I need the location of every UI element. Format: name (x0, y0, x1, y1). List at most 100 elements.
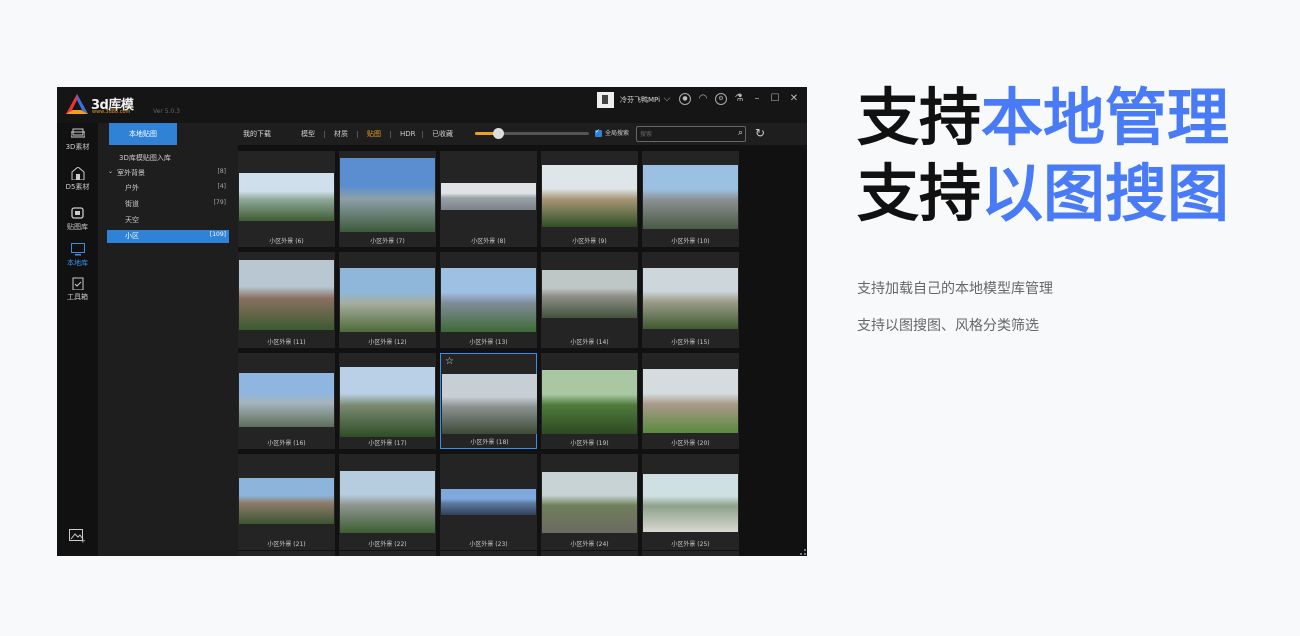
thumbnail-card[interactable] (440, 551, 537, 556)
thumbnail-card[interactable]: 小区外景 (20) (642, 353, 739, 449)
thumbnail-caption: 小区外景 (20) (671, 440, 710, 447)
thumbnail-caption: 小区外景 (10) (671, 238, 710, 245)
brand-url: www.3d88.com (92, 109, 131, 115)
thumbnail-image (643, 165, 738, 229)
nav-d5-assets[interactable]: D5素材 (57, 167, 98, 192)
thumbnail-card[interactable]: 小区外景 (12) (339, 252, 436, 348)
tree-label: 天空 (125, 216, 139, 224)
sofa-icon (70, 128, 85, 138)
thumbnail-caption: 小区外景 (14) (570, 339, 609, 346)
headline-prefix: 支持 (857, 157, 982, 230)
maximize-icon[interactable]: ☐ (769, 93, 781, 105)
thumbnail-card[interactable]: 小区外景 (13) (440, 252, 537, 348)
thumbnail-caption: 小区外景 (18) (470, 439, 509, 446)
thumbnail-card[interactable]: 小区外景 (10) (642, 151, 739, 247)
thumbnail-card[interactable]: 小区外景 (23) (440, 454, 537, 550)
thumbnail-card[interactable]: 小区外景 (17) (339, 353, 436, 449)
minimize-icon[interactable]: – (751, 93, 763, 105)
thumbnail-image (442, 374, 537, 434)
tab-my-downloads[interactable]: 我的下载 (243, 123, 293, 145)
thumbnail-card[interactable] (642, 551, 739, 556)
thumbnail-image (542, 370, 637, 434)
chevron-down-icon[interactable]: ⌵ (661, 93, 673, 105)
avatar[interactable] (597, 92, 614, 108)
thumbnail-card[interactable] (238, 551, 335, 556)
tree-import-item[interactable]: 3D库模贴图入库 (107, 152, 229, 165)
thumbnail-caption: 小区外景 (15) (671, 339, 710, 346)
search-icon[interactable]: ⌕ (738, 128, 743, 138)
headset-icon[interactable]: ◠ (697, 93, 709, 105)
nav-local-library[interactable]: 本地库 (57, 243, 98, 268)
nav-3d-assets[interactable]: 3D素材 (57, 127, 98, 152)
thumbnail-card[interactable]: 小区外景 (21) (238, 454, 335, 550)
nav-label: 3D素材 (65, 143, 90, 151)
refresh-icon[interactable]: ↻ (755, 126, 765, 140)
tree-label: 3D库模贴图入库 (119, 154, 171, 162)
thumbnail-card[interactable]: 小区外景 (22) (339, 454, 436, 550)
app-window: 3d库模 www.3d88.com Ver 5.0.3 冷芬飞鸭MPi ⌵ ● … (57, 87, 807, 556)
thumbnail-card[interactable]: 小区外景 (9) (541, 151, 638, 247)
thumbnail-image (441, 183, 536, 210)
thumbnail-image (340, 471, 435, 533)
thumbnail-card[interactable]: 小区外景 (15) (642, 252, 739, 348)
chevron-down-icon[interactable]: ⌄ (108, 168, 113, 175)
close-icon[interactable]: ✕ (788, 93, 800, 105)
category-model[interactable]: 模型 (301, 123, 315, 145)
fullsearch-label: 全局搜索 (605, 130, 630, 137)
zoom-slider[interactable] (475, 128, 589, 139)
resize-grip[interactable] (800, 549, 806, 555)
thumbnail-card[interactable]: 小区外景 (6) (238, 151, 335, 247)
zoom-slider-knob[interactable] (493, 128, 504, 139)
clipboard-icon (72, 277, 83, 290)
nav-label: 工具箱 (67, 293, 88, 301)
thumbnail-card[interactable]: 小区外景 (19) (541, 353, 638, 449)
category-texture[interactable]: 贴图 (367, 123, 381, 145)
logo-icon (66, 94, 88, 114)
divider (357, 131, 358, 138)
thumbnail-grid: 小区外景 (6) 小区外景 (7) 小区外景 (8) 小区外景 (9) 小区外景 (10… (238, 145, 807, 556)
nav-texture-library[interactable]: 贴图库 (57, 207, 98, 232)
tree-item-outdoor[interactable]: 户外 [4] (107, 182, 229, 195)
left-nav: 3D素材 D5素材 贴图库 本地库 工具箱 + (57, 123, 98, 556)
tree-label: 室外背景 (117, 169, 145, 177)
tree-item-street[interactable]: 街道 [79] (107, 198, 229, 211)
tree-group-outdoor-bg[interactable]: ⌄ 室外背景 [8] (107, 167, 229, 180)
category-favorites[interactable]: 已收藏 (432, 123, 453, 145)
thumbnail-card[interactable]: ☆ 小区外景 (18) (440, 353, 537, 449)
thumbnail-card[interactable]: 小区外景 (11) (238, 252, 335, 348)
nav-toolbox[interactable]: 工具箱 (57, 277, 98, 302)
thumbnail-card[interactable]: 小区外景 (14) (541, 252, 638, 348)
divider (422, 131, 423, 138)
thumbnail-caption: 小区外景 (13) (469, 339, 508, 346)
thumbnail-image (542, 165, 637, 227)
category-hdr[interactable]: HDR (400, 123, 416, 145)
image-add-icon[interactable]: + (69, 529, 85, 543)
svg-text:+: + (80, 537, 85, 543)
thumbnail-card[interactable]: 小区外景 (7) (339, 151, 436, 247)
fullsearch-checkbox[interactable] (595, 128, 602, 137)
thumbnail-caption: 小区外景 (9) (572, 238, 607, 245)
thumbnail-card[interactable] (339, 551, 436, 556)
thumbnail-card[interactable]: 小区外景 (8) (440, 151, 537, 247)
building-icon (71, 167, 84, 180)
tab-local-textures[interactable]: 本地贴图 (109, 123, 177, 145)
tree-item-residential[interactable]: 小区 [109] (107, 230, 229, 243)
thumbnail-caption: 小区外景 (24) (570, 541, 609, 548)
thumbnail-card[interactable]: 小区外景 (24) (541, 454, 638, 550)
thumbnail-image (239, 478, 334, 524)
thumbnail-caption: 小区外景 (23) (469, 541, 508, 548)
record-icon[interactable]: ● (679, 93, 691, 105)
thumbnail-card[interactable]: 小区外景 (25) (642, 454, 739, 550)
star-icon[interactable]: ☆ (445, 356, 454, 367)
gear-icon[interactable]: ⚙ (715, 93, 727, 105)
username[interactable]: 冷芬飞鸭MPi (620, 95, 660, 105)
category-material[interactable]: 材质 (334, 123, 348, 145)
thumbnail-card[interactable] (541, 551, 638, 556)
thumbnail-caption: 小区外景 (12) (368, 339, 407, 346)
flask-icon[interactable]: ⚗ (733, 93, 745, 105)
thumbnail-image (542, 472, 637, 533)
search-input[interactable] (640, 128, 730, 140)
thumbnail-card[interactable]: 小区外景 (16) (238, 353, 335, 449)
thumbnail-image (239, 173, 334, 221)
tree-item-sky[interactable]: 天空 (107, 214, 229, 227)
